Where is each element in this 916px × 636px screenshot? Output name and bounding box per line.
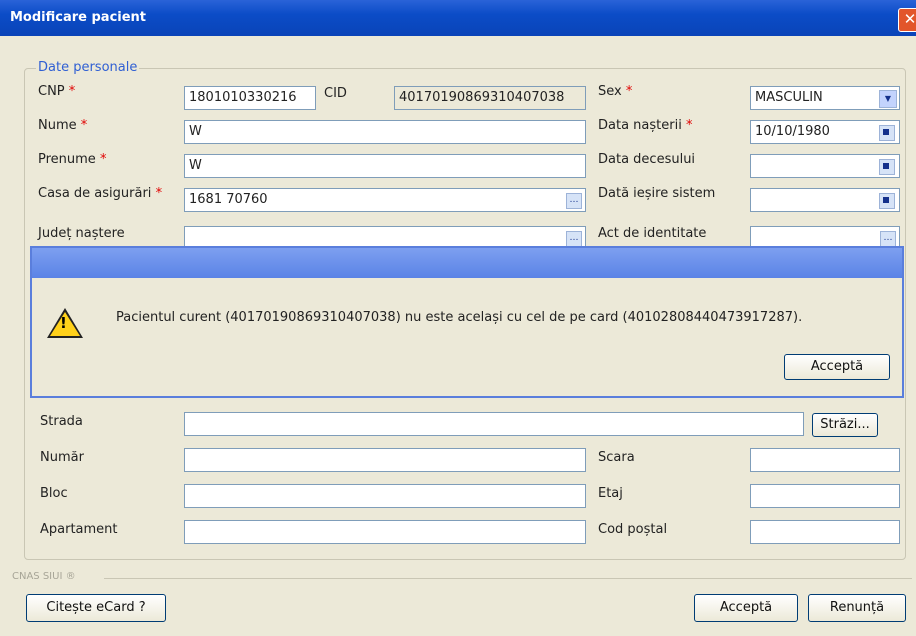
accept-button[interactable]: Acceptă: [694, 594, 798, 622]
cnp-field[interactable]: 1801010330216: [184, 86, 316, 110]
dialog-title-bar: [32, 248, 902, 278]
nume-field[interactable]: W: [184, 120, 586, 144]
cancel-button[interactable]: Renunță: [808, 594, 906, 622]
ellipsis-icon[interactable]: …: [566, 193, 582, 209]
casa-field[interactable]: 1681 70760 …: [184, 188, 586, 212]
bloc-field[interactable]: [184, 484, 586, 508]
cid-label: CID: [324, 86, 347, 101]
prenume-field[interactable]: W: [184, 154, 586, 178]
apartament-label: Apartament: [40, 522, 118, 537]
ellipsis-icon[interactable]: …: [880, 231, 896, 247]
strada-field[interactable]: [184, 412, 804, 436]
casa-label: Casa de asigurări *: [38, 186, 163, 201]
strazi-button[interactable]: Străzi...: [812, 413, 878, 437]
cod-postal-label: Cod poștal: [598, 522, 668, 537]
data-nasterii-label: Data nașterii *: [598, 118, 693, 133]
apartament-field[interactable]: [184, 520, 586, 544]
etaj-field[interactable]: [750, 484, 900, 508]
chevron-down-icon[interactable]: ▼: [879, 90, 897, 108]
ellipsis-icon[interactable]: …: [566, 231, 582, 247]
close-button[interactable]: ✕: [898, 8, 916, 32]
window-title: Modificare pacient: [10, 10, 147, 25]
sex-select[interactable]: MASCULIN ▼: [750, 86, 900, 110]
act-label: Act de identitate: [598, 226, 707, 241]
personal-data-legend: Date personale: [36, 60, 140, 75]
read-ecard-button[interactable]: Citește eCard ?: [26, 594, 166, 622]
data-iesire-label: Dată ieșire sistem: [598, 186, 716, 201]
warning-mark: !: [60, 314, 67, 332]
close-icon: ✕: [903, 10, 916, 28]
cnp-label: CNP *: [38, 84, 76, 99]
prenume-label: Prenume *: [38, 152, 107, 167]
cnas-divider: [104, 578, 912, 579]
calendar-icon[interactable]: [879, 125, 895, 141]
title-bar: Modificare pacient ✕: [0, 0, 916, 36]
scara-field[interactable]: [750, 448, 900, 472]
judet-label: Județ naștere: [38, 226, 125, 241]
strada-label: Strada: [40, 414, 83, 429]
calendar-icon[interactable]: [879, 193, 895, 209]
cod-postal-field[interactable]: [750, 520, 900, 544]
data-iesire-field[interactable]: [750, 188, 900, 212]
casa-value: 1681 70760: [189, 192, 268, 207]
sex-label: Sex *: [598, 84, 633, 99]
etaj-label: Etaj: [598, 486, 623, 501]
cnas-label: CNAS SIUI ®: [12, 571, 76, 582]
calendar-icon[interactable]: [879, 159, 895, 175]
data-nasterii-value: 10/10/1980: [755, 124, 830, 139]
numar-field[interactable]: [184, 448, 586, 472]
numar-label: Număr: [40, 450, 84, 465]
dialog-accept-button[interactable]: Acceptă: [784, 354, 890, 380]
bloc-label: Bloc: [40, 486, 68, 501]
data-decesului-field[interactable]: [750, 154, 900, 178]
nume-label: Nume *: [38, 118, 88, 133]
sex-value: MASCULIN: [755, 90, 823, 105]
data-nasterii-field[interactable]: 10/10/1980: [750, 120, 900, 144]
dialog-message: Pacientul curent (40170190869310407038) …: [116, 310, 803, 325]
data-decesului-label: Data decesului: [598, 152, 696, 167]
scara-label: Scara: [598, 450, 635, 465]
cid-field[interactable]: 40170190869310407038: [394, 86, 586, 110]
